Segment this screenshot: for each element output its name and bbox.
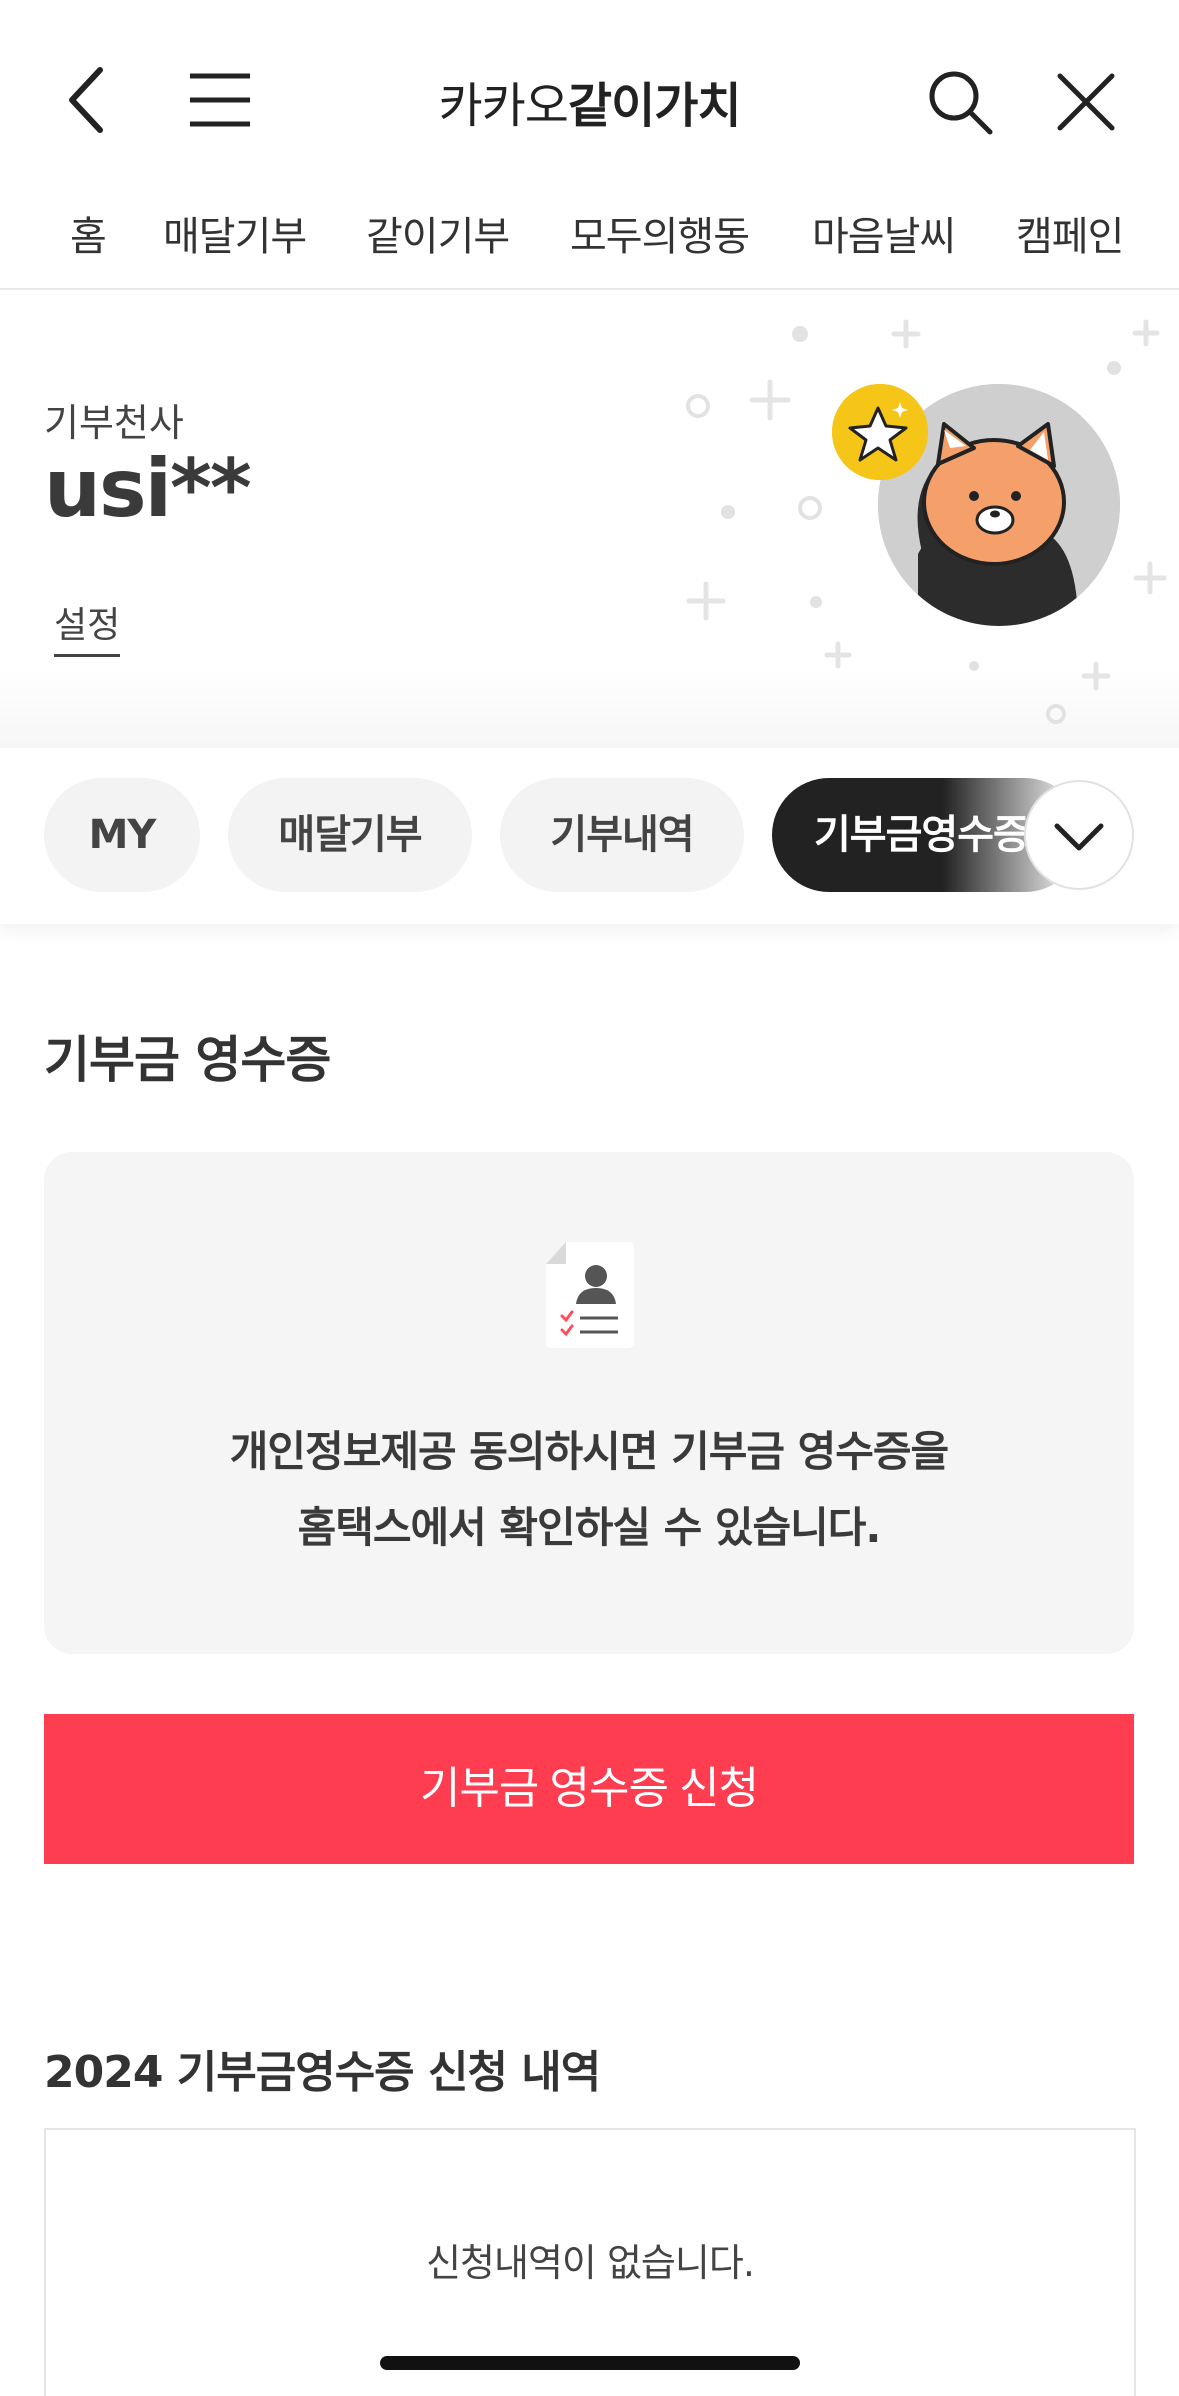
category-monthly-donation[interactable]: 매달기부 [163, 204, 307, 262]
category-campaign[interactable]: 캠페인 [1016, 204, 1124, 262]
top-bar: 카카오같이가치 [0, 0, 1179, 200]
apply-receipt-button[interactable]: 기부금 영수증 신청 [44, 1714, 1134, 1864]
receipt-info-line-2: 홈택스에서 확인하실 수 있습니다. [297, 1503, 882, 1552]
brand-name-bold: 같이가치 [567, 78, 742, 134]
close-icon[interactable] [1046, 62, 1126, 142]
my-tabs: MY 매달기부 기부내역 기부금영수증 [0, 748, 1179, 924]
document-user-icon [546, 1242, 634, 1348]
category-nav: 홈 매달기부 같이기부 모두의행동 마음날씨 캠페인 [0, 196, 1179, 290]
home-indicator[interactable] [380, 2356, 800, 2370]
badge [832, 384, 928, 480]
chevron-down-icon [1054, 823, 1104, 851]
category-together-donation[interactable]: 같이기부 [366, 204, 510, 262]
tab-monthly-donation[interactable]: 매달기부 [228, 778, 472, 892]
receipt-info-text: 개인정보제공 동의하시면 기부금 영수증을 홈택스에서 확인하실 수 있습니다. [44, 1414, 1134, 1566]
category-everyone-action[interactable]: 모두의행동 [570, 204, 750, 262]
donor-rank-label: 기부천사 [44, 401, 184, 445]
receipt-info-card: 개인정보제공 동의하시면 기부금 영수증을 홈택스에서 확인하실 수 있습니다. [44, 1152, 1134, 1654]
expand-tabs-button[interactable] [1024, 780, 1134, 890]
profile-section: 기부천사 usi** 설정 [0, 292, 1179, 748]
category-mind-weather[interactable]: 마음날씨 [812, 204, 956, 262]
donation-receipt-page: 카카오같이가치 홈 매달기부 같이기부 모두의행동 마음날씨 캠페인 기부천사 … [0, 0, 1179, 2396]
settings-link[interactable]: 설정 [54, 596, 121, 657]
category-home[interactable]: 홈 [70, 204, 107, 262]
history-section-title: 2024 기부금영수증 신청 내역 [44, 2047, 601, 2098]
brand-name-light: 카카오 [438, 78, 568, 134]
brand-logo[interactable]: 카카오같이가치 [0, 66, 1179, 136]
tab-donation-history[interactable]: 기부내역 [500, 778, 744, 892]
username: usi** [44, 442, 252, 535]
tab-my[interactable]: MY [44, 778, 200, 892]
receipt-info-line-1: 개인정보제공 동의하시면 기부금 영수증을 [229, 1427, 949, 1476]
receipt-section-title: 기부금 영수증 [44, 1031, 331, 1089]
search-icon[interactable] [920, 62, 1000, 142]
star-badge-icon [832, 384, 928, 480]
history-empty-text: 신청내역이 없습니다. [426, 2241, 755, 2285]
